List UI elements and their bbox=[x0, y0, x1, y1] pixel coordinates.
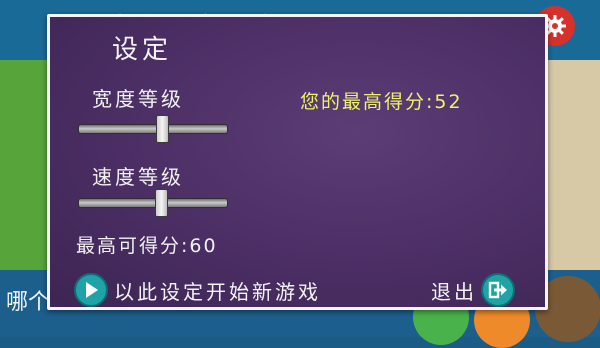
slider-thumb[interactable] bbox=[155, 189, 168, 217]
slider-track bbox=[78, 198, 228, 208]
background-right-panel bbox=[548, 60, 600, 280]
max-possible-value: 60 bbox=[189, 235, 218, 257]
max-possible-label: 最高可得分: bbox=[76, 235, 190, 257]
settings-dialog: 设定 宽度等级 您的最高得分:52 速度等级 最高可得分:60 以此设定开始新游… bbox=[47, 14, 548, 310]
slider-track bbox=[78, 124, 228, 134]
width-level-label: 宽度等级 bbox=[92, 87, 184, 111]
exit-label: 退出 bbox=[431, 279, 477, 304]
dialog-title: 设定 bbox=[112, 35, 173, 65]
exit-icon bbox=[481, 273, 515, 307]
slider-thumb[interactable] bbox=[156, 115, 169, 143]
background-question-text: 哪个 bbox=[6, 290, 51, 315]
speed-level-slider[interactable] bbox=[78, 189, 228, 217]
best-score-value: 52 bbox=[434, 91, 463, 113]
max-possible-score: 最高可得分:60 bbox=[76, 231, 218, 258]
play-icon bbox=[74, 273, 108, 307]
width-level-slider[interactable] bbox=[78, 115, 228, 143]
start-new-game-label: 以此设定开始新游戏 bbox=[114, 279, 321, 304]
best-score-label: 您的最高得分: bbox=[300, 91, 435, 113]
speed-level-label: 速度等级 bbox=[92, 165, 184, 189]
start-new-game-button[interactable]: 以此设定开始新游戏 bbox=[74, 272, 321, 308]
exit-button[interactable]: 退出 bbox=[431, 272, 515, 308]
background-left-panel bbox=[0, 60, 50, 270]
best-score-display: 您的最高得分:52 bbox=[300, 87, 463, 114]
